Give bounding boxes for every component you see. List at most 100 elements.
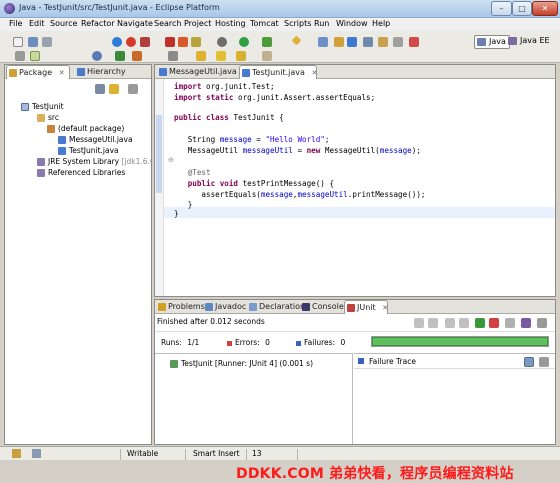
tool-icon[interactable] <box>191 37 201 47</box>
settings-icon[interactable] <box>217 37 227 47</box>
deploy-icon[interactable] <box>409 37 419 47</box>
code-line-1[interactable]: import org.junit.Test; <box>174 81 551 92</box>
library-icon <box>37 158 45 166</box>
open-folder-icon[interactable] <box>378 37 388 47</box>
code-line-4[interactable]: public class TestJunit { <box>174 112 551 123</box>
code-line-9[interactable]: @Test <box>174 167 551 178</box>
menu-run[interactable]: Run <box>314 19 329 28</box>
maximize-button[interactable]: □ <box>512 1 532 16</box>
tab-junit[interactable]: JUnit ✕ <box>344 300 388 314</box>
menu-window[interactable]: Window <box>336 19 368 28</box>
tree-item-messageutil[interactable]: MessageUtil.java <box>58 134 133 145</box>
view-menu-icon[interactable] <box>537 318 547 328</box>
test-tree: TestJunit [Runner: JUnit 4] (0.001 s) <box>155 353 353 444</box>
pen-icon[interactable] <box>291 35 302 46</box>
filter-trace-icon[interactable] <box>539 357 549 367</box>
fold-icon[interactable]: ⊖ <box>168 156 174 164</box>
errors-value: 0 <box>265 338 270 347</box>
package-explorer-panel: Package ✕ Hierarchy TestJunit src (defau… <box>4 64 152 445</box>
perspective-icon[interactable] <box>32 449 41 458</box>
print-icon[interactable] <box>42 37 52 47</box>
minimize-button[interactable]: – <box>491 1 512 16</box>
test-result-item[interactable]: TestJunit [Runner: JUnit 4] (0.001 s) <box>170 358 313 369</box>
perspective-java[interactable]: Java <box>474 35 510 49</box>
scroll-lock-icon[interactable] <box>459 318 469 328</box>
menu-scripts[interactable]: Scripts <box>284 19 311 28</box>
menu-search[interactable]: Search <box>154 19 181 28</box>
tab-declaration[interactable]: Declaration <box>247 300 305 314</box>
java-file-icon <box>159 68 167 76</box>
toggle-mark-icon[interactable] <box>30 51 40 61</box>
debug-icon[interactable] <box>165 37 175 47</box>
code-line-7[interactable]: MessageUtil messageUtil = new MessageUti… <box>174 145 551 156</box>
menu-refactor[interactable]: Refactor <box>81 19 115 28</box>
junit-counters: Runs: 1/1 Errors: 0 Failures: 0 <box>155 331 555 353</box>
history-icon[interactable] <box>521 318 531 328</box>
show-failures-only-icon[interactable] <box>445 318 455 328</box>
external-tools-icon[interactable] <box>262 37 272 47</box>
back-history-icon[interactable] <box>15 51 25 61</box>
tab-testjunit[interactable]: TestJunit.java ✕ <box>239 65 317 79</box>
new-java-project-icon[interactable] <box>318 37 328 47</box>
tomcat-stop-icon[interactable] <box>140 37 150 47</box>
coverage-icon[interactable] <box>115 51 125 61</box>
back-arrow-icon[interactable] <box>216 51 226 61</box>
code-line-2[interactable]: import static org.junit.Assert.assertEqu… <box>174 92 551 103</box>
menu-source[interactable]: Source <box>50 19 77 28</box>
new-package-icon[interactable] <box>334 37 344 47</box>
search-icon[interactable] <box>393 37 403 47</box>
stop-icon[interactable] <box>505 318 515 328</box>
menu-help[interactable]: Help <box>372 19 390 28</box>
open-type-icon[interactable] <box>363 37 373 47</box>
view-menu-icon[interactable] <box>128 84 138 94</box>
web-browser-icon[interactable] <box>92 51 102 61</box>
prev-failure-icon[interactable] <box>428 318 438 328</box>
collapse-all-icon[interactable] <box>95 84 105 94</box>
tree-item-default-package[interactable]: (default package) <box>47 123 124 134</box>
tab-problems[interactable]: Problems <box>156 300 205 314</box>
tomcat-start-icon[interactable] <box>126 37 136 47</box>
tab-hierarchy[interactable]: Hierarchy <box>75 65 137 79</box>
tree-item-src[interactable]: src <box>37 112 59 123</box>
annotation-nav-icon[interactable] <box>168 51 178 61</box>
tree-item-project[interactable]: TestJunit <box>21 101 64 112</box>
tab-close-icon[interactable]: ✕ <box>311 69 317 77</box>
code-line-10[interactable]: public void testPrintMessage() { <box>174 178 551 189</box>
forward-arrow-icon[interactable] <box>236 51 246 61</box>
menu-navigate[interactable]: Navigate <box>117 19 153 28</box>
tab-javadoc[interactable]: Javadoc <box>203 300 247 314</box>
tab-close-icon[interactable]: ✕ <box>59 69 65 77</box>
compare-icon[interactable] <box>524 357 534 367</box>
rerun-failed-icon[interactable] <box>489 318 499 328</box>
perspective-javaee[interactable]: Java EE <box>506 35 553 49</box>
tab-console[interactable]: Console <box>300 300 344 314</box>
close-button[interactable]: ✕ <box>532 1 558 16</box>
link-with-editor-icon[interactable] <box>109 84 119 94</box>
menu-tomcat[interactable]: Tomcat <box>250 19 279 28</box>
menu-project[interactable]: Project <box>184 19 211 28</box>
save-icon[interactable] <box>28 37 38 47</box>
new-icon[interactable] <box>13 37 23 47</box>
tree-item-testjunit[interactable]: TestJunit.java <box>58 145 119 156</box>
last-edit-icon[interactable] <box>262 51 272 61</box>
next-annotation-icon[interactable] <box>196 51 206 61</box>
tab-package[interactable]: Package ✕ <box>6 65 70 79</box>
tree-item-referenced-libraries[interactable]: Referenced Libraries <box>37 167 125 178</box>
menu-file[interactable]: File <box>9 19 22 28</box>
rerun-test-icon[interactable] <box>475 318 485 328</box>
fast-view-icon[interactable] <box>12 449 21 458</box>
next-failure-icon[interactable] <box>414 318 424 328</box>
window-title-bar[interactable]: Java - TestJunit/src/TestJunit.java - Ec… <box>0 0 560 18</box>
globe-icon[interactable] <box>112 37 122 47</box>
tree-item-jre[interactable]: JRE System Library [jdk1.6.0_21] <box>37 156 151 167</box>
code-line-13[interactable]: } <box>174 208 551 219</box>
menu-hosting[interactable]: Hosting <box>215 19 246 28</box>
debug-alt-icon[interactable] <box>178 37 188 47</box>
tab-messageutil[interactable]: MessageUtil.java <box>157 65 239 79</box>
run-icon[interactable] <box>239 37 249 47</box>
profile-icon[interactable] <box>132 51 142 61</box>
menu-edit[interactable]: Edit <box>29 19 45 28</box>
tab-close-icon[interactable]: ✕ <box>382 304 388 312</box>
code-line-6[interactable]: String message = "Hello World"; <box>174 134 551 145</box>
new-class-icon[interactable] <box>347 37 357 47</box>
